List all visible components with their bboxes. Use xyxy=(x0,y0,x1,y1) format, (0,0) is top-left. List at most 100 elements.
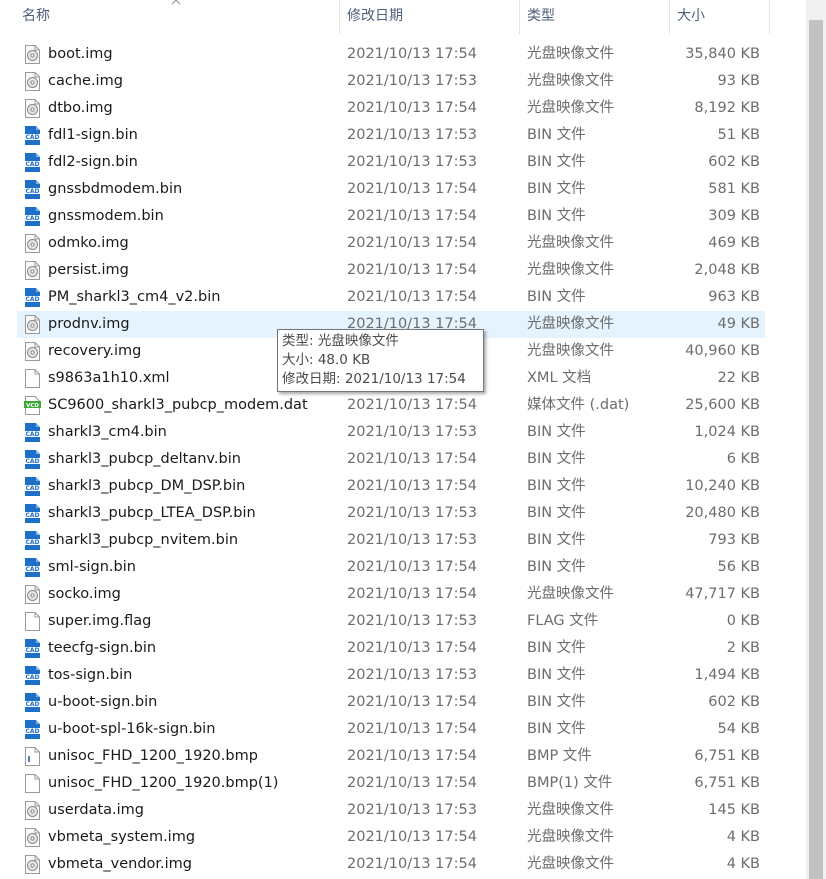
file-row[interactable]: CAD gnssbdmodem.bin 2021/10/13 17:54 BIN 文件… xyxy=(17,176,765,203)
file-name: tos-sign.bin xyxy=(48,667,133,683)
vertical-scrollbar-thumb[interactable] xyxy=(809,20,823,879)
tooltip-date: 修改日期: 2021/10/13 17:54 xyxy=(282,371,466,387)
tooltip-size: 大小: 48.0 KB xyxy=(282,352,371,368)
file-row[interactable]: socko.img 2021/10/13 17:54 光盘映像文件 47,717 KB xyxy=(17,581,765,608)
file-modified-date: 2021/10/13 17:54 xyxy=(347,640,477,656)
file-type: BIN 文件 xyxy=(527,208,586,224)
file-row[interactable]: CAD sharkl3_pubcp_deltanv.bin 2021/10/13 1… xyxy=(17,446,765,473)
file-name: unisoc_FHD_1200_1920.bmp xyxy=(48,748,258,764)
svg-text:CAD: CAD xyxy=(25,701,39,708)
file-modified-date: 2021/10/13 17:54 xyxy=(347,46,477,62)
disc-image-icon xyxy=(24,45,41,64)
file-type: 光盘映像文件 xyxy=(527,856,614,872)
file-name: recovery.img xyxy=(48,343,142,359)
column-header-date[interactable]: 修改日期 xyxy=(339,0,519,34)
file-type: 光盘映像文件 xyxy=(527,343,614,359)
file-row[interactable]: CAD sharkl3_pubcp_LTEA_DSP.bin 2021/10/13 … xyxy=(17,500,765,527)
file-name: fdl2-sign.bin xyxy=(48,154,138,170)
file-type: 光盘映像文件 xyxy=(527,46,614,62)
column-header-size[interactable]: 大小 xyxy=(669,0,769,34)
file-size: 602 KB xyxy=(708,154,760,170)
file-row[interactable]: persist.img 2021/10/13 17:54 光盘映像文件 2,048 K… xyxy=(17,257,765,284)
file-row[interactable]: CAD u-boot-spl-16k-sign.bin 2021/10/13 17:… xyxy=(17,716,765,743)
svg-text:CAD: CAD xyxy=(25,161,39,168)
cad-bin-icon: CAD xyxy=(24,180,41,199)
file-name: super.img.flag xyxy=(48,613,152,629)
file-row[interactable]: super.img.flag 2021/10/13 17:53 FLAG 文件 0 K… xyxy=(17,608,765,635)
file-modified-date: 2021/10/13 17:54 xyxy=(347,181,477,197)
file-size: 309 KB xyxy=(708,208,760,224)
file-type: BIN 文件 xyxy=(527,478,586,494)
file-row[interactable]: CAD gnssmodem.bin 2021/10/13 17:54 BIN 文件 30… xyxy=(17,203,765,230)
file-name: PM_sharkl3_cm4_v2.bin xyxy=(48,289,221,305)
file-size: 54 KB xyxy=(717,721,760,737)
file-type: 光盘映像文件 xyxy=(527,829,614,845)
file-size: 6,751 KB xyxy=(694,748,760,764)
file-row[interactable]: boot.img 2021/10/13 17:54 光盘映像文件 35,840 KB xyxy=(17,41,765,68)
svg-text:CAD: CAD xyxy=(25,674,39,681)
file-row[interactable]: vbmeta_system.img 2021/10/13 17:54 光盘映像文件 4… xyxy=(17,824,765,851)
vcd-media-icon: VCD xyxy=(24,396,41,415)
file-modified-date: 2021/10/13 17:53 xyxy=(347,73,477,89)
file-type: BIN 文件 xyxy=(527,424,586,440)
file-name: s9863a1h10.xml xyxy=(48,370,170,386)
file-row[interactable]: CAD sml-sign.bin 2021/10/13 17:54 BIN 文件 56 … xyxy=(17,554,765,581)
file-type: XML 文档 xyxy=(527,370,592,386)
file-row[interactable]: CAD sharkl3_pubcp_nvitem.bin 2021/10/13 17… xyxy=(17,527,765,554)
file-row[interactable]: VCD SC9600_sharkl3_pubcp_modem.dat 2021/10… xyxy=(17,392,765,419)
file-row[interactable]: odmko.img 2021/10/13 17:54 光盘映像文件 469 KB xyxy=(17,230,765,257)
file-type: BIN 文件 xyxy=(527,154,586,170)
cad-bin-icon: CAD xyxy=(24,288,41,307)
file-size: 963 KB xyxy=(708,289,760,305)
file-size: 22 KB xyxy=(717,370,760,386)
file-row[interactable]: CAD u-boot-sign.bin 2021/10/13 17:54 BIN 文件… xyxy=(17,689,765,716)
file-row[interactable]: unisoc_FHD_1200_1920.bmp(1) 2021/10/13 17… xyxy=(17,770,765,797)
file-row[interactable]: CAD tos-sign.bin 2021/10/13 17:53 BIN 文件 1,4… xyxy=(17,662,765,689)
file-row[interactable]: cache.img 2021/10/13 17:53 光盘映像文件 93 KB xyxy=(17,68,765,95)
sort-ascending-icon xyxy=(171,0,181,5)
file-size: 93 KB xyxy=(717,73,760,89)
disc-image-icon xyxy=(24,585,41,604)
column-divider[interactable] xyxy=(769,0,770,34)
svg-text:CAD: CAD xyxy=(25,539,39,546)
file-size: 6 KB xyxy=(726,451,760,467)
file-modified-date: 2021/10/13 17:54 xyxy=(347,451,477,467)
file-row[interactable]: CAD sharkl3_pubcp_DM_DSP.bin 2021/10/13 17… xyxy=(17,473,765,500)
file-row[interactable]: userdata.img 2021/10/13 17:53 光盘映像文件 145 KB xyxy=(17,797,765,824)
file-size: 10,240 KB xyxy=(685,478,760,494)
file-modified-date: 2021/10/13 17:54 xyxy=(347,586,477,602)
file-type: 光盘映像文件 xyxy=(527,316,614,332)
file-row[interactable]: CAD sharkl3_cm4.bin 2021/10/13 17:53 BIN 文件… xyxy=(17,419,765,446)
file-size: 20,480 KB xyxy=(685,505,760,521)
file-row[interactable]: CAD teecfg-sign.bin 2021/10/13 17:54 BIN 文件… xyxy=(17,635,765,662)
svg-text:CAD: CAD xyxy=(25,134,39,141)
svg-text:CAD: CAD xyxy=(25,188,39,195)
file-row[interactable]: CAD PM_sharkl3_cm4_v2.bin 2021/10/13 17:54… xyxy=(17,284,765,311)
file-modified-date: 2021/10/13 17:54 xyxy=(347,235,477,251)
disc-image-icon xyxy=(24,99,41,118)
cad-bin-icon: CAD xyxy=(24,666,41,685)
svg-text:CAD: CAD xyxy=(25,215,39,222)
svg-text:CAD: CAD xyxy=(25,566,39,573)
file-row[interactable]: dtbo.img 2021/10/13 17:54 光盘映像文件 8,192 KB xyxy=(17,95,765,122)
file-type: 光盘映像文件 xyxy=(527,802,614,818)
file-type: BIN 文件 xyxy=(527,559,586,575)
file-row[interactable]: CAD fdl2-sign.bin 2021/10/13 17:53 BIN 文件 60… xyxy=(17,149,765,176)
file-row[interactable]: unisoc_FHD_1200_1920.bmp 2021/10/13 17:54… xyxy=(17,743,765,770)
file-modified-date: 2021/10/13 17:53 xyxy=(347,505,477,521)
file-size: 47,717 KB xyxy=(685,586,760,602)
cad-bin-icon: CAD xyxy=(24,720,41,739)
file-row[interactable]: CAD fdl1-sign.bin 2021/10/13 17:53 BIN 文件 51… xyxy=(17,122,765,149)
cad-bin-icon: CAD xyxy=(24,639,41,658)
file-size: 793 KB xyxy=(708,532,760,548)
blank-file-icon xyxy=(24,612,41,631)
file-size: 1,494 KB xyxy=(694,667,760,683)
disc-image-icon xyxy=(24,72,41,91)
file-size: 4 KB xyxy=(726,829,760,845)
file-row[interactable]: vbmeta_vendor.img 2021/10/13 17:54 光盘映像文件 4… xyxy=(17,851,765,878)
blank-file-icon xyxy=(24,774,41,793)
file-size: 56 KB xyxy=(717,559,760,575)
file-name: vbmeta_system.img xyxy=(48,829,196,845)
column-header-type[interactable]: 类型 xyxy=(519,0,669,34)
disc-image-icon xyxy=(24,261,41,280)
